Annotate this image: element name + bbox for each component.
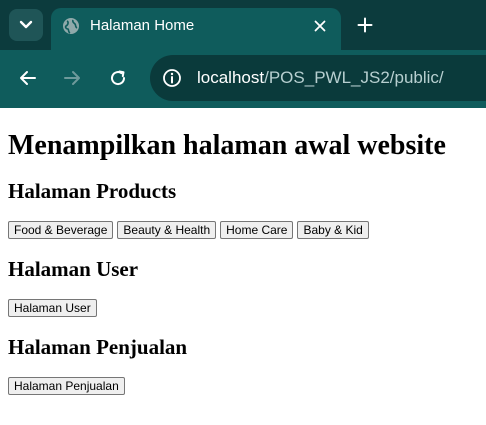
baby-kid-button[interactable]: Baby & Kid bbox=[297, 221, 369, 239]
close-tab-button[interactable] bbox=[310, 16, 330, 36]
section-title-user: Halaman User bbox=[8, 257, 139, 281]
browser-toolbar: localhost/POS_PWL_JS2/public/ bbox=[0, 50, 486, 108]
arrow-right-icon bbox=[64, 71, 80, 85]
url-text: localhost/POS_PWL_JS2/public/ bbox=[197, 68, 444, 88]
address-bar[interactable]: localhost/POS_PWL_JS2/public/ bbox=[150, 55, 486, 101]
globe-icon bbox=[63, 18, 79, 34]
beauty-health-button[interactable]: Beauty & Health bbox=[117, 221, 217, 239]
reload-icon bbox=[111, 70, 126, 86]
user-button-group: Halaman User bbox=[8, 299, 478, 317]
site-info-icon[interactable] bbox=[162, 68, 182, 88]
home-care-button[interactable]: Home Care bbox=[220, 221, 294, 239]
page-heading: Menampilkan halaman awal website bbox=[8, 130, 446, 161]
arrow-left-icon bbox=[20, 71, 36, 85]
active-tab[interactable]: Halaman Home bbox=[51, 8, 341, 50]
section-title-products: Halaman Products bbox=[8, 179, 177, 203]
back-button[interactable] bbox=[17, 67, 39, 89]
new-tab-button[interactable] bbox=[354, 14, 376, 36]
products-button-group: Food & Beverage Beauty & Health Home Care B… bbox=[8, 221, 478, 239]
close-icon bbox=[314, 20, 326, 32]
tab-title: Halaman Home bbox=[90, 17, 195, 34]
url-path: /POS_PWL_JS2/public/ bbox=[264, 68, 444, 87]
forward-button[interactable] bbox=[61, 67, 83, 89]
reload-button[interactable] bbox=[107, 67, 129, 89]
browser-tab-strip: Halaman Home bbox=[0, 0, 486, 50]
chevron-down-icon bbox=[19, 20, 33, 29]
plus-icon bbox=[357, 17, 373, 33]
page-content: Menampilkan halaman awal website Halaman… bbox=[0, 131, 486, 395]
tab-search-button[interactable] bbox=[9, 9, 43, 41]
penjualan-button-group: Halaman Penjualan bbox=[8, 377, 478, 395]
penjualan-page-button[interactable]: Halaman Penjualan bbox=[8, 377, 125, 395]
section-title-penjualan: Halaman Penjualan bbox=[8, 335, 188, 359]
url-host: localhost bbox=[197, 68, 265, 87]
user-page-button[interactable]: Halaman User bbox=[8, 299, 97, 317]
food-beverage-button[interactable]: Food & Beverage bbox=[8, 221, 114, 239]
